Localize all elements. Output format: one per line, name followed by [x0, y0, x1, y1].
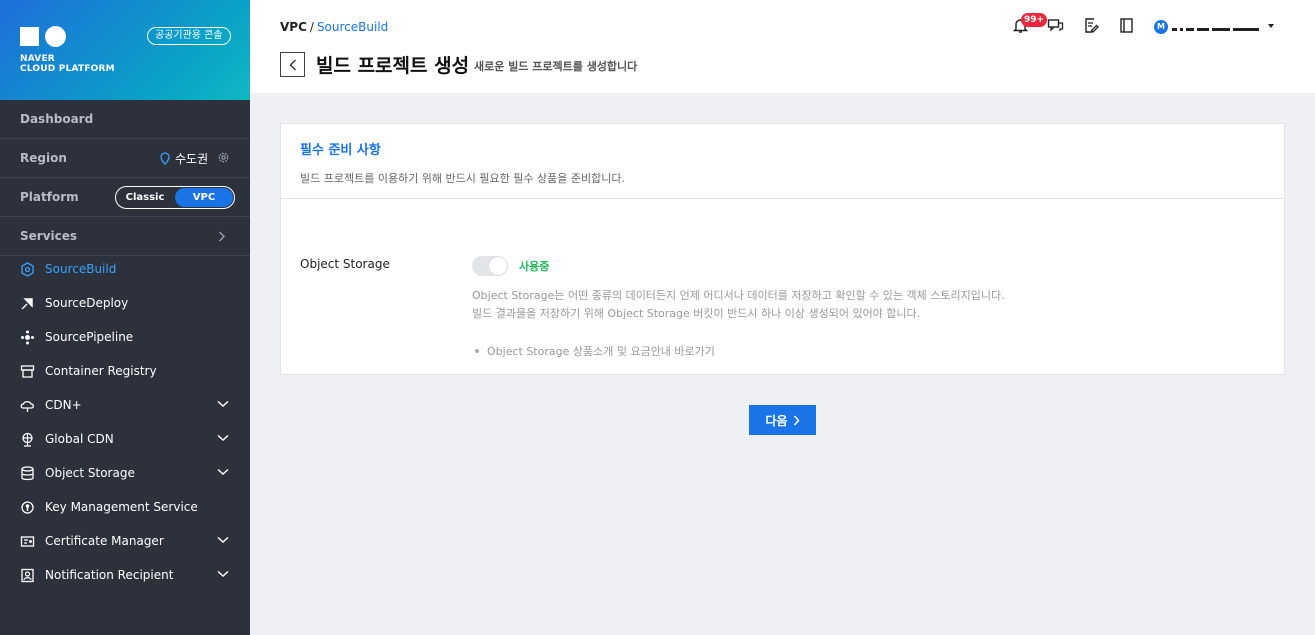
sidebar-item-label: Global CDN: [45, 432, 114, 446]
manual-book-icon[interactable]: [1118, 17, 1135, 34]
prerequisites-card: 필수 준비 사항 빌드 프로젝트를 이용하기 위해 반드시 필요한 필수 상품을…: [280, 123, 1285, 375]
sidebar-item-sourcebuild[interactable]: SourceBuild: [0, 252, 250, 286]
chevron-down-icon[interactable]: [1267, 23, 1275, 29]
certificate-icon: [20, 536, 35, 547]
chevron-down-icon: [217, 570, 229, 578]
sidebar-item-label: CDN+: [45, 398, 82, 412]
sourcedeploy-icon: [21, 298, 33, 310]
page-header: VPC / SourceBuild 빌드 프로젝트 생성 새로운 빌드 프로젝트를 …: [250, 0, 1315, 93]
sidebar-item-label: Notification Recipient: [45, 568, 174, 582]
object-storage-icon: [21, 466, 34, 481]
platform-label: Platform: [20, 190, 79, 204]
dashboard-label: Dashboard: [20, 112, 94, 126]
sidebar-item-label: SourceDeploy: [45, 296, 129, 310]
sidebar-services[interactable]: Services: [0, 217, 250, 256]
object-storage-info-link[interactable]: Object Storage 상품소개 및 요금안내 바로가기: [472, 343, 715, 359]
toggle-knob: [489, 257, 507, 275]
region-value: 수도권: [175, 152, 209, 166]
breadcrumb: VPC / SourceBuild: [280, 20, 388, 34]
chevron-left-icon: [289, 59, 296, 70]
chevron-right-icon: [219, 231, 225, 242]
chevron-right-icon: [793, 415, 800, 425]
sidebar-item-key-management-service[interactable]: Key Management Service: [0, 490, 250, 524]
services-label: Services: [20, 229, 78, 243]
container-registry-icon: [20, 365, 35, 378]
sidebar-item-certificate-manager[interactable]: Certificate Manager: [0, 524, 250, 558]
notification-recipient-icon: [21, 568, 34, 583]
brand-name: NAVER: [20, 54, 55, 64]
console-type-badge[interactable]: 공공기관용 콘솔: [147, 27, 231, 45]
next-button-label: 다음: [765, 413, 788, 428]
next-button[interactable]: 다음: [749, 405, 816, 435]
card-title: 필수 준비 사항: [300, 143, 381, 158]
platform-vpc-option[interactable]: VPC: [175, 188, 233, 207]
sourcebuild-icon: [21, 262, 34, 277]
sidebar-item-container-registry[interactable]: Container Registry: [0, 354, 250, 388]
chevron-down-icon: [217, 400, 229, 408]
chat-icon[interactable]: [1047, 17, 1064, 34]
region-selector[interactable]: 수도권: [160, 150, 208, 167]
chevron-down-icon: [217, 434, 229, 442]
platform-classic-option[interactable]: Classic: [116, 187, 174, 208]
object-storage-label: Object Storage: [300, 257, 390, 271]
sidebar-region: Region 수도권: [0, 139, 250, 178]
brand-header: NAVER CLOUD PLATFORM 공공기관용 콘솔: [0, 0, 250, 100]
breadcrumb-root: VPC: [280, 20, 307, 34]
page-subtitle: 새로운 빌드 프로젝트를 생성합니다: [474, 60, 638, 73]
sidebar-item-label: SourceBuild: [45, 262, 117, 276]
notification-count-badge: 99+: [1021, 13, 1048, 27]
sidebar-item-object-storage[interactable]: Object Storage: [0, 456, 250, 490]
naver-cloud-logo[interactable]: [20, 26, 66, 47]
card-description: 빌드 프로젝트를 이용하기 위해 반드시 필요한 필수 상품을 준비합니다.: [300, 172, 625, 185]
chevron-down-icon: [217, 468, 229, 476]
chevron-down-icon: [217, 536, 229, 544]
object-storage-toggle[interactable]: [472, 256, 508, 276]
breadcrumb-separator: /: [309, 20, 314, 34]
user-name-redacted[interactable]: [1172, 19, 1262, 33]
sidebar-item-sourcepipeline[interactable]: SourcePipeline: [0, 320, 250, 354]
sidebar-item-label: Key Management Service: [45, 500, 198, 514]
bullet-icon: [475, 349, 479, 353]
back-button[interactable]: [280, 52, 305, 77]
key-icon: [21, 501, 34, 514]
location-pin-icon: [160, 152, 170, 165]
platform-toggle[interactable]: Classic VPC: [115, 186, 235, 209]
sidebar-item-label: Container Registry: [45, 364, 157, 378]
sidebar-item-label: Certificate Manager: [45, 534, 164, 548]
sidebar: NAVER CLOUD PLATFORM 공공기관용 콘솔 Dashboard …: [0, 0, 250, 635]
sidebar-item-label: SourcePipeline: [45, 330, 134, 344]
region-label: Region: [20, 151, 67, 165]
cdn-icon: [20, 401, 34, 412]
card-header: 필수 준비 사항 빌드 프로젝트를 이용하기 위해 반드시 필요한 필수 상품을…: [281, 124, 1284, 199]
page-title: 빌드 프로젝트 생성: [316, 55, 470, 77]
object-storage-description: Object Storage는 어떤 종류의 데이터든지 언제 어디서나 데이터…: [472, 289, 1005, 302]
status-badge: 사용중: [519, 260, 550, 273]
sidebar-platform: Platform Classic VPC: [0, 178, 250, 217]
services-menu: SourceBuild SourceDeploy SourcePipeline …: [0, 252, 250, 592]
object-storage-requirement: 빌드 결과물을 저장하기 위해 Object Storage 버킷이 반드시 하…: [472, 307, 921, 320]
breadcrumb-link-sourcebuild[interactable]: SourceBuild: [317, 20, 388, 34]
sidebar-item-cdn-plus[interactable]: CDN+: [0, 388, 250, 422]
sidebar-item-sourcedeploy[interactable]: SourceDeploy: [0, 286, 250, 320]
global-cdn-icon: [22, 432, 33, 447]
edit-note-icon[interactable]: [1083, 17, 1100, 34]
avatar[interactable]: M: [1154, 20, 1168, 34]
gear-icon[interactable]: [217, 151, 230, 164]
brand-subname: CLOUD PLATFORM: [20, 64, 115, 74]
info-link-label: Object Storage 상품소개 및 요금안내 바로가기: [487, 345, 715, 358]
sidebar-item-notification-recipient[interactable]: Notification Recipient: [0, 558, 250, 592]
sidebar-item-label: Object Storage: [45, 466, 135, 480]
sourcepipeline-icon: [21, 330, 34, 345]
sidebar-item-global-cdn[interactable]: Global CDN: [0, 422, 250, 456]
sidebar-dashboard[interactable]: Dashboard: [0, 100, 250, 139]
